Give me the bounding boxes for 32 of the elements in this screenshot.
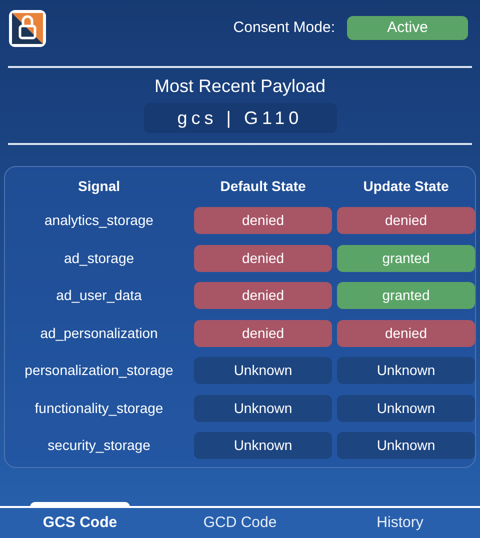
signal-name: personalization_storage (24, 361, 174, 380)
state-pill: granted (337, 282, 475, 309)
signal-name: security_storage (46, 436, 152, 455)
tab[interactable]: History (320, 508, 480, 538)
signal-name: functionality_storage (34, 398, 164, 418)
state-pill: Unknown (194, 394, 332, 422)
signal-name: ad_storage (62, 248, 136, 268)
signal-name: ad_personalization (39, 324, 159, 343)
column-header: Update State (362, 176, 450, 196)
state-pill: denied (194, 320, 332, 346)
state-pill: Unknown (337, 432, 475, 459)
padlock-logo-icon (8, 8, 47, 48)
column-header: Default State (219, 176, 307, 196)
state-pill: Unknown (337, 394, 475, 422)
state-pill: Unknown (337, 357, 475, 384)
column-header: Signal (76, 176, 121, 196)
state-pill: Active (347, 16, 468, 40)
state-pill: denied (337, 207, 475, 234)
state-pill: granted (337, 244, 475, 272)
state-pill: denied (194, 282, 332, 309)
payload-value: gcs | G110 (144, 103, 336, 133)
state-pill: denied (194, 244, 332, 272)
state-pill: denied (194, 207, 332, 234)
payload-title: Most Recent Payload (153, 75, 327, 98)
consent-mode-label: Consent Mode: (233, 18, 335, 38)
signal-name: ad_user_data (55, 286, 143, 305)
state-pill: Unknown (194, 432, 332, 459)
tab[interactable]: GCD Code (160, 508, 320, 538)
tab[interactable]: GCS Code (0, 508, 160, 538)
state-pill: Unknown (194, 357, 332, 384)
signal-name: analytics_storage (44, 211, 154, 230)
state-pill: denied (337, 320, 475, 346)
